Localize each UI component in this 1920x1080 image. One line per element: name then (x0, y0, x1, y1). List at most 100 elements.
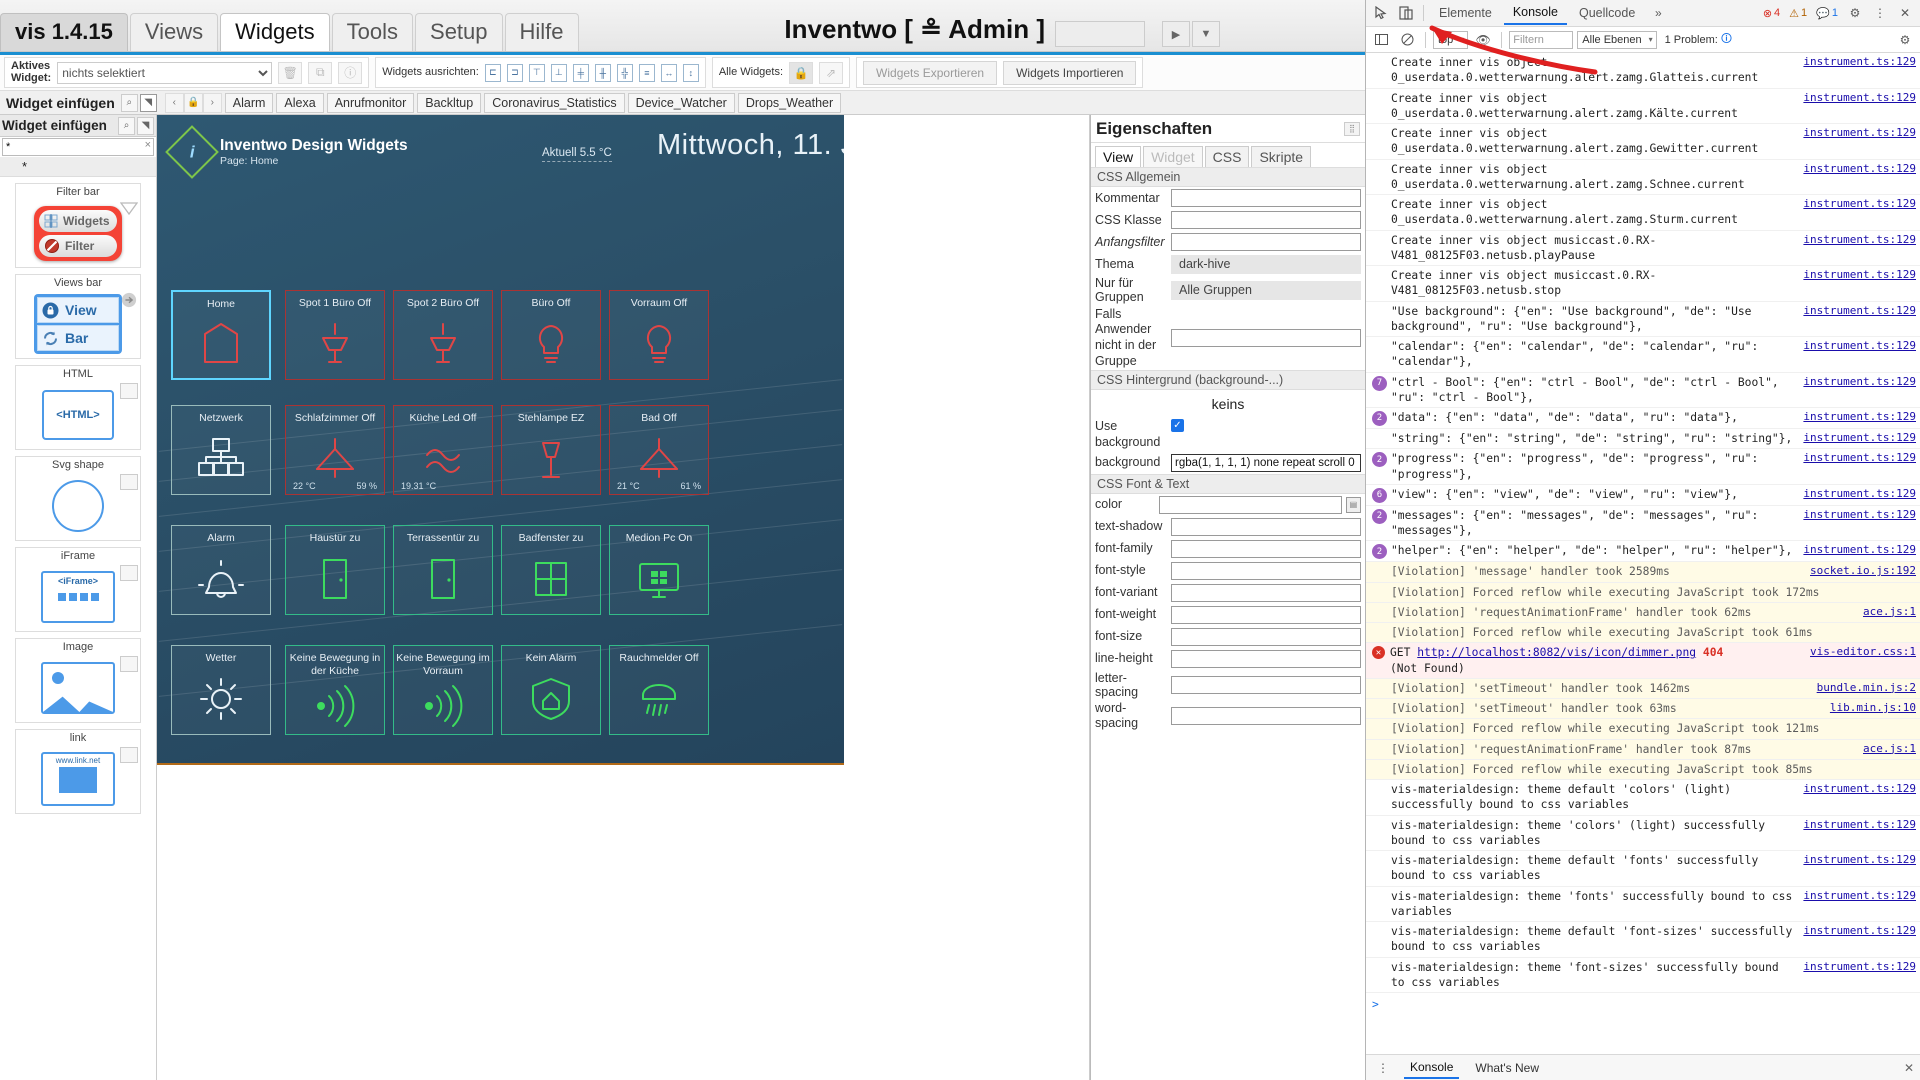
palette-filter-input[interactable] (2, 138, 154, 156)
menu-tab-setup[interactable]: Setup (415, 12, 503, 51)
console-message[interactable]: "calendar": {"en": "calendar", "de": "ca… (1366, 337, 1920, 373)
gear-icon[interactable]: ⚙ (1844, 3, 1866, 23)
distribute-v-icon[interactable]: ≡ (638, 63, 655, 82)
letter-spacing-input[interactable] (1171, 675, 1361, 694)
console-message[interactable]: 2 "data": {"en": "data", "de": "data", "r… (1366, 408, 1920, 429)
canvas-tile[interactable]: Kein Alarm (501, 645, 601, 735)
console-context-select[interactable]: top (1433, 30, 1469, 49)
console-source-link[interactable]: instrument.ts:129 (1803, 339, 1916, 354)
background-input[interactable] (1171, 453, 1361, 472)
view-canvas[interactable]: i Inventwo Design Widgets Page: Home Akt… (157, 115, 844, 765)
console-source-link[interactable]: instrument.ts:129 (1803, 91, 1916, 106)
canvas-tile[interactable]: Medion Pc On (609, 525, 709, 615)
color-swatch-button[interactable]: ▤ (1345, 496, 1361, 513)
info-badge[interactable]: 💬 1 (1813, 7, 1841, 20)
menu-tab-hilfe[interactable]: Hilfe (504, 12, 579, 51)
canvas-tile[interactable]: Vorraum Off (609, 290, 709, 380)
console-message[interactable]: vis-materialdesign: theme default 'font-… (1366, 922, 1920, 958)
canvas-tile[interactable]: Home (171, 290, 271, 380)
warning-badge[interactable]: ⚠ 1 (1786, 7, 1810, 20)
kebab-menu-icon[interactable]: ⋮ (1869, 3, 1891, 23)
console-message[interactable]: vis-materialdesign: theme 'fonts' succes… (1366, 887, 1920, 922)
console-message[interactable]: Create inner vis object musiccast.0.RX-V… (1366, 266, 1920, 302)
console-message[interactable]: vis-materialdesign: theme default 'fonts… (1366, 851, 1920, 887)
chevron-right-more-icon[interactable]: » (1647, 3, 1669, 23)
menu-tab-tools[interactable]: Tools (331, 12, 414, 51)
console-message[interactable]: Create inner vis object 0_userdata.0.wet… (1366, 195, 1920, 231)
clear-console-icon[interactable] (1396, 30, 1418, 50)
console-source-link[interactable]: ace.js:1 (1863, 605, 1916, 620)
devtools-tab-elemente[interactable]: Elemente (1430, 3, 1501, 24)
widget-tab-backltup[interactable]: Backltup (417, 92, 482, 113)
align-right-icon[interactable]: ⊐ (506, 63, 523, 82)
console-sidebar-icon[interactable] (1370, 30, 1392, 50)
devtools-tab-quellcode[interactable]: Quellcode (1570, 3, 1644, 24)
console-levels-select[interactable]: Alle Ebenen (1577, 30, 1657, 49)
search-icon[interactable]: ⌕ (118, 116, 135, 135)
widget-tab-coronavirus-statistics[interactable]: Coronavirus_Statistics (484, 92, 625, 113)
text-shadow-input[interactable] (1171, 517, 1361, 536)
console-source-link[interactable]: instrument.ts:129 (1803, 818, 1916, 833)
console-message[interactable]: [Violation] 'requestAnimationFrame' hand… (1366, 739, 1920, 760)
palette-card-filter-bar[interactable]: Filter bar Widgets Filter (15, 183, 141, 268)
console-message[interactable]: 6 "view": {"en": "view", "de": "view", "r… (1366, 485, 1920, 506)
console-source-link[interactable]: instrument.ts:129 (1803, 233, 1916, 248)
console-source-link[interactable]: instrument.ts:129 (1803, 508, 1916, 523)
tab-widget[interactable]: Widget (1143, 146, 1203, 167)
tab-view[interactable]: View (1095, 146, 1142, 167)
copy-icon[interactable]: ⧉ (308, 61, 333, 84)
font-weight-input[interactable] (1171, 605, 1361, 624)
console-source-link[interactable]: instrument.ts:129 (1803, 126, 1916, 141)
css-klasse-input[interactable] (1171, 211, 1361, 229)
widgets-export-button[interactable]: Widgets Exportieren (863, 60, 998, 85)
console-output[interactable]: Create inner vis object 0_userdata.0.wet… (1366, 53, 1920, 1054)
console-source-link[interactable]: instrument.ts:129 (1803, 162, 1916, 177)
color-input[interactable] (1158, 495, 1342, 514)
canvas-tile[interactable]: Spot 2 Büro Off (393, 290, 493, 380)
console-message[interactable]: [Violation] Forced reflow while executin… (1366, 719, 1920, 740)
height-equal-icon[interactable]: ↕ (682, 63, 699, 82)
widget-tab-anrufmonitor[interactable]: Anrufmonitor (326, 92, 415, 113)
font-variant-input[interactable] (1171, 583, 1361, 602)
console-source-link[interactable]: instrument.ts:129 (1803, 782, 1916, 797)
palette-star-row[interactable]: * (0, 157, 156, 177)
console-source-link[interactable]: instrument.ts:129 (1803, 960, 1916, 975)
external-link-icon[interactable]: ⇗ (819, 61, 844, 84)
canvas-tile[interactable]: Büro Off (501, 290, 601, 380)
gear-icon[interactable]: ⚙ (1894, 30, 1916, 50)
console-source-link[interactable]: instrument.ts:129 (1803, 451, 1916, 466)
close-icon[interactable]: × (145, 139, 151, 151)
falls-anwender-input[interactable] (1171, 329, 1361, 347)
console-source-link[interactable]: instrument.ts:129 (1803, 55, 1916, 70)
canvas-tile[interactable]: Badfenster zu (501, 525, 601, 615)
tabs-next-button[interactable]: › (202, 92, 222, 113)
console-source-link[interactable]: lib.min.js:10 (1830, 701, 1916, 716)
console-message[interactable]: [Violation] 'setTimeout' handler took 14… (1366, 678, 1920, 699)
align-center-h-icon[interactable]: ╪ (572, 63, 589, 82)
lock-icon[interactable]: 🔒 (789, 61, 814, 84)
console-source-link[interactable]: instrument.ts:129 (1803, 889, 1916, 904)
drawer-tab-whats-new[interactable]: What's New (1469, 1058, 1545, 1078)
pin-icon[interactable]: ◥ (137, 116, 154, 135)
palette-card-link[interactable]: link www.link.net (15, 729, 141, 814)
console-message[interactable]: vis-materialdesign: theme default 'color… (1366, 780, 1920, 816)
widget-tab-alarm[interactable]: Alarm (224, 92, 274, 113)
device-toolbar-icon[interactable] (1395, 3, 1417, 23)
canvas-tile[interactable]: Rauchmelder Off (609, 645, 709, 735)
menu-tab-views[interactable]: Views (129, 12, 219, 51)
kebab-menu-icon[interactable]: ⋮ (1372, 1058, 1394, 1078)
console-message[interactable]: "Use background": {"en": "Use background… (1366, 302, 1920, 337)
canvas-tile[interactable]: Netzwerk (171, 405, 271, 495)
console-link[interactable]: http://localhost:8082/vis/icon/dimmer.pn… (1417, 646, 1696, 659)
trash-icon[interactable]: 🗑 (278, 61, 303, 84)
canvas-tile[interactable]: Terrassentür zu (393, 525, 493, 615)
widget-tab-device-watcher[interactable]: Device_Watcher (627, 92, 735, 113)
canvas-tile[interactable]: Haustür zu (285, 525, 385, 615)
canvas-tile[interactable]: Bad Off 21 °C 61 % (609, 405, 709, 495)
console-source-link[interactable]: vis-editor.css:1 (1810, 645, 1916, 660)
background-none-value[interactable]: keins (1091, 390, 1365, 418)
console-issues-button[interactable]: 1 Problem: 🛈 (1661, 29, 1736, 50)
distribute-h-icon[interactable]: ╬ (616, 63, 633, 82)
console-source-link[interactable]: instrument.ts:129 (1803, 924, 1916, 939)
console-source-link[interactable]: instrument.ts:129 (1803, 543, 1916, 558)
